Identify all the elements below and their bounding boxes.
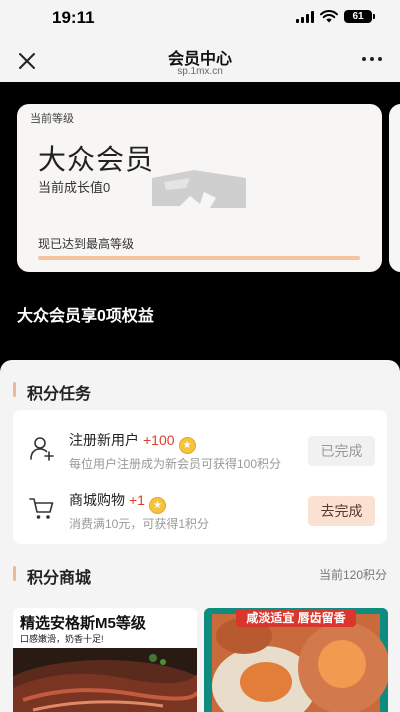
task-done-button[interactable]: 已完成 xyxy=(308,436,375,466)
product-banner: 咸淡适宜 唇齿留香 xyxy=(236,609,356,627)
page-domain: sp.1mx.cn xyxy=(177,66,223,77)
add-user-icon xyxy=(30,437,54,461)
max-level-text: 现已达到最高等级 xyxy=(38,237,135,251)
product-subtitle: 口感嫩滑，奶香十足! xyxy=(20,634,104,644)
task-desc: 每位用户注册成为新会员可获得100积分 xyxy=(69,457,282,471)
task-points: +1 xyxy=(129,492,145,508)
status-icons: 61 xyxy=(296,10,375,23)
task-desc: 消费满10元，可获得1积分 xyxy=(69,517,210,531)
coin-icon: ★ xyxy=(148,497,166,514)
coin-icon: ★ xyxy=(178,437,196,454)
signal-icon xyxy=(296,10,314,23)
task-title: 商城购物 +1 ★ xyxy=(69,490,166,514)
level-name: 大众会员 xyxy=(38,144,155,175)
product-title: 精选安格斯M5等级 xyxy=(20,615,146,632)
benefits-summary: 大众会员享0项权益 xyxy=(17,308,154,325)
growth-progress-fill xyxy=(38,256,360,260)
product-card-beef[interactable]: 精选安格斯M5等级 口感嫩滑，奶香十足! xyxy=(13,608,197,712)
steak-image xyxy=(13,648,197,712)
task-item-shopping: 商城购物 +1 ★ 消费满10元，可获得1积分 去完成 xyxy=(13,477,387,537)
shopping-cart-icon xyxy=(29,498,54,519)
level-tag: 当前等级 xyxy=(30,113,74,125)
content-sheet: 积分任务 注册新用户 +100 ★ 每位用户注册成为新会员可获得100积分 已完成 … xyxy=(0,360,400,712)
wifi-icon xyxy=(320,10,338,23)
level-card[interactable]: 当前等级 大众会员 当前成长值0 现已达到最高等级 xyxy=(17,104,382,272)
points-balance: 当前120积分 xyxy=(318,568,387,582)
product-card-eggs[interactable]: 咸淡适宜 唇齿留香 xyxy=(204,608,388,712)
task-points: +100 xyxy=(143,432,175,448)
battery-icon: 61 xyxy=(344,10,375,23)
status-bar: 19:11 61 xyxy=(0,0,400,36)
image-placeholder-icon xyxy=(152,170,246,208)
task-title-text: 商城购物 xyxy=(69,492,125,508)
status-time: 19:11 xyxy=(52,8,95,27)
more-icon[interactable] xyxy=(362,54,384,64)
growth-value: 当前成长值0 xyxy=(38,180,111,195)
tasks-section-title: 积分任务 xyxy=(13,380,91,404)
member-hero: 当前等级 大众会员 当前成长值0 现已达到最高等级 大众会员享0项权益 xyxy=(0,82,400,372)
next-level-card[interactable] xyxy=(389,104,400,272)
task-title-text: 注册新用户 xyxy=(69,432,139,448)
task-go-button[interactable]: 去完成 xyxy=(308,496,375,526)
growth-progress-bar xyxy=(38,256,360,260)
nav-bar: 会员中心 sp.1mx.cn xyxy=(0,36,400,82)
task-item-register: 注册新用户 +100 ★ 每位用户注册成为新会员可获得100积分 已完成 xyxy=(13,417,387,477)
task-card: 注册新用户 +100 ★ 每位用户注册成为新会员可获得100积分 已完成 商城购物 +… xyxy=(13,410,387,544)
mall-section-title: 积分商城 xyxy=(13,564,91,588)
task-title: 注册新用户 +100 ★ xyxy=(69,430,196,454)
